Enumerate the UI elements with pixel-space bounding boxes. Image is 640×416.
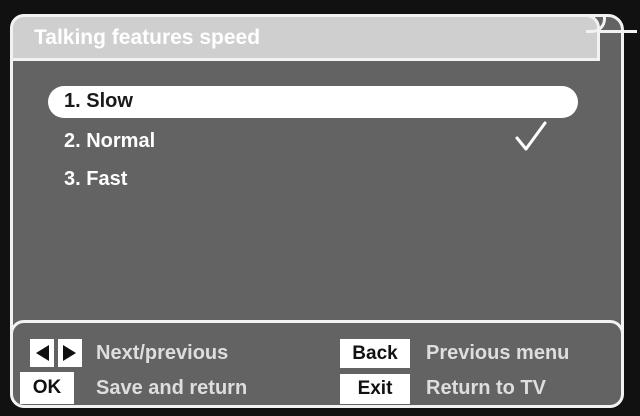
left-key[interactable] — [30, 339, 54, 367]
tv-screen: Talking features speed 1. Slow 2. Normal… — [0, 0, 640, 416]
save-and-return-label: Save and return — [96, 377, 248, 399]
menu-item-label: 3. Fast — [64, 168, 128, 190]
page-title: Talking features speed — [34, 26, 261, 49]
title-bar-extension — [597, 30, 637, 33]
menu-item-label: 1. Slow — [64, 90, 133, 112]
back-key[interactable]: Back — [340, 339, 410, 368]
next-previous-label: Next/previous — [96, 342, 229, 364]
exit-key[interactable]: Exit — [340, 374, 410, 404]
menu-item-label: 2. Normal — [64, 130, 156, 152]
menu-item-fast[interactable]: 3. Fast — [48, 164, 578, 196]
menu-item-normal[interactable]: 2. Normal — [48, 121, 578, 158]
ok-key[interactable]: OK — [20, 372, 74, 404]
left-arrow-icon — [36, 345, 49, 361]
return-to-tv-label: Return to TV — [426, 377, 546, 399]
check-icon — [515, 121, 547, 151]
menu-item-slow[interactable]: 1. Slow — [48, 86, 578, 118]
right-arrow-icon — [63, 345, 76, 361]
right-key[interactable] — [58, 339, 82, 367]
previous-menu-label: Previous menu — [426, 342, 570, 364]
